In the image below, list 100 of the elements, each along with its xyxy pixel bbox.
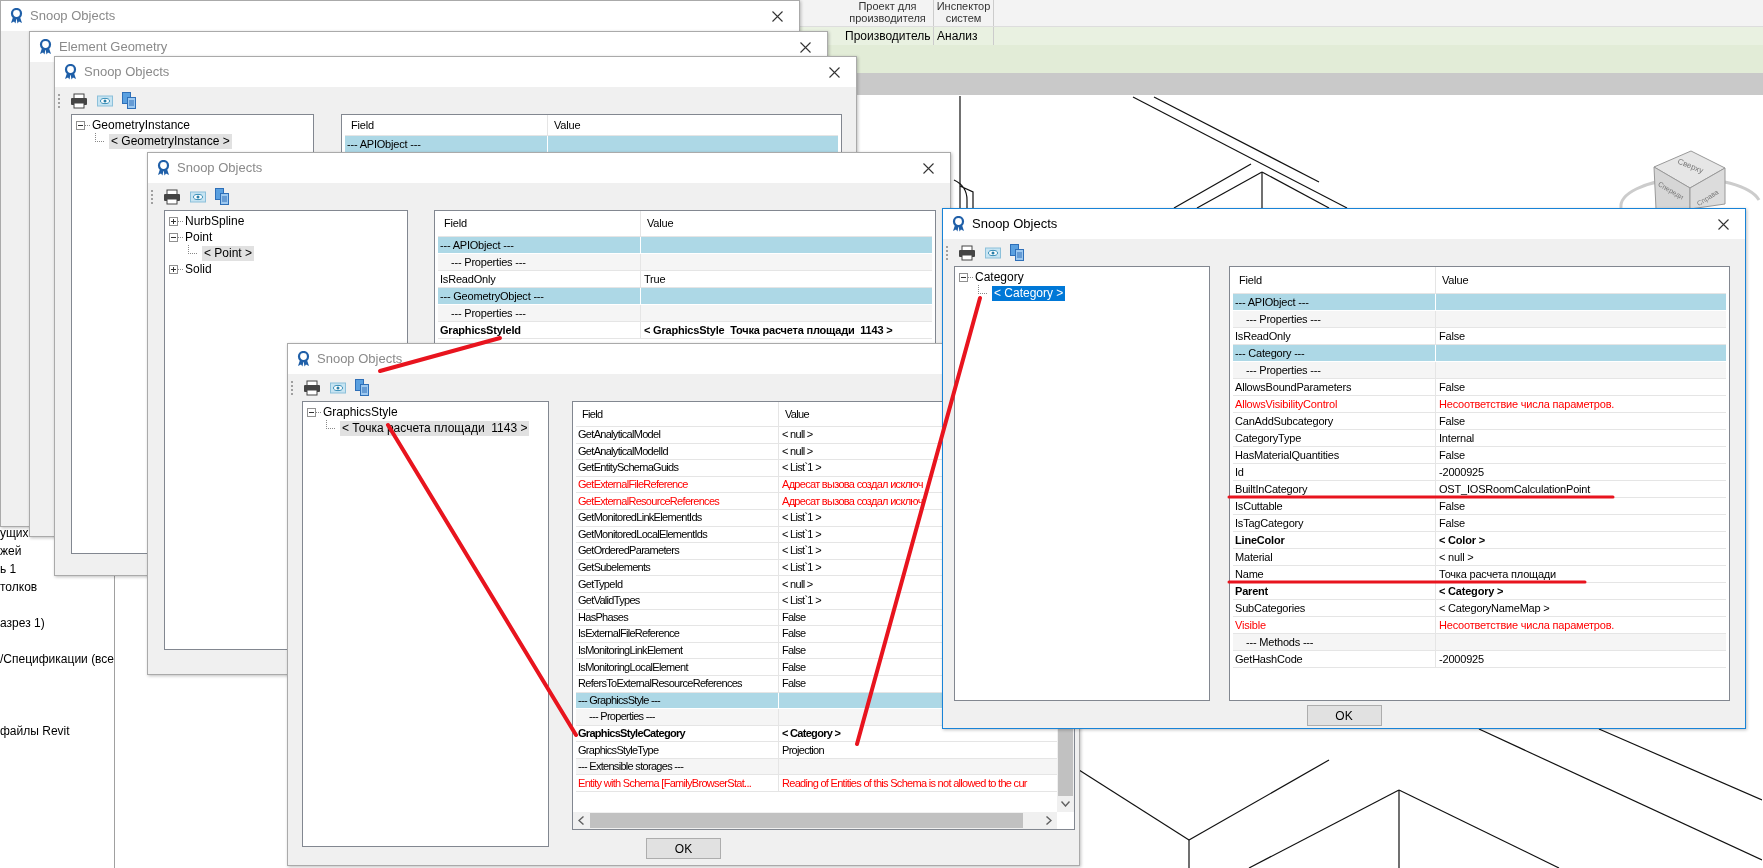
close-button[interactable] <box>772 10 783 22</box>
tree-item[interactable]: GraphicsStyle <box>321 404 400 420</box>
copy-icon[interactable] <box>1010 244 1024 261</box>
section-header: --- Category --- <box>1233 345 1726 362</box>
table-cell: IsReadOnly <box>1233 328 1436 344</box>
section-header: --- GeometryObject --- <box>438 288 932 305</box>
column-header[interactable]: Field <box>345 115 548 135</box>
table-cell-text: < List`1 > <box>781 526 821 542</box>
grip-icon <box>291 379 294 396</box>
table-cell: GraphicsStyleCategory <box>576 725 779 742</box>
ribbon-button[interactable]: Проект для производителя <box>842 0 934 26</box>
close-button[interactable] <box>1718 218 1729 230</box>
printer-icon[interactable] <box>163 188 181 205</box>
grip-icon <box>946 244 949 261</box>
table-cell: GetExternalResourceReferences <box>576 493 779 509</box>
tree-item[interactable]: Solid <box>183 261 214 277</box>
column-header[interactable]: Value <box>1436 267 1469 293</box>
table-cell-text: < GraphicsStyle Точка расчета площади 1143 > <box>643 322 893 338</box>
column-header[interactable]: Value <box>641 211 674 236</box>
tree-item[interactable]: < Category > <box>992 285 1066 301</box>
collapse-icon[interactable] <box>307 407 316 417</box>
expand-icon[interactable] <box>169 216 178 226</box>
tree-item[interactable]: < Point > <box>202 245 255 261</box>
browser-item[interactable]: жей <box>0 543 22 559</box>
table-cell-text: False <box>1438 515 1465 531</box>
view-cube-drawing[interactable] <box>1619 150 1761 210</box>
column-header[interactable]: Field <box>576 402 779 426</box>
browser-item[interactable]: файлы Revit <box>0 723 70 739</box>
close-button[interactable] <box>923 162 934 174</box>
eye-icon[interactable] <box>97 93 113 108</box>
ok-button[interactable]: OK <box>1306 705 1382 726</box>
table-cell: GetAnalyticalModelId <box>576 443 779 460</box>
table-cell-text: < List`1 > <box>781 460 821 476</box>
table-cell-text: Точка расчета площади <box>1438 566 1557 582</box>
table-cell: IsTagCategory <box>1233 515 1436 531</box>
table-cell-text: Internal <box>1438 430 1475 446</box>
browser-item[interactable]: толков <box>0 579 38 595</box>
column-header[interactable]: Field <box>438 211 641 236</box>
browser-item[interactable]: азрез 1) <box>0 615 45 631</box>
table-cell: HasPhases <box>576 609 779 626</box>
column-header[interactable]: Field <box>1233 267 1436 293</box>
table-cell: Id <box>1233 464 1436 480</box>
table-cell-text: False <box>1438 447 1465 463</box>
chevron-right-icon[interactable] <box>1046 816 1052 825</box>
grip-icon <box>58 92 61 109</box>
tree-item[interactable]: < GeometryInstance > <box>109 133 232 149</box>
eye-icon[interactable] <box>190 189 206 204</box>
section-header: --- APIObject --- <box>1233 294 1726 311</box>
table-cell-text: Несоответствие числа параметров. <box>1438 396 1615 412</box>
tree-item[interactable]: Category <box>973 269 1026 285</box>
printer-icon[interactable] <box>70 92 88 109</box>
eye-icon[interactable] <box>985 245 1001 260</box>
collapse-icon[interactable] <box>959 272 968 282</box>
window-title: Snoop Objects <box>972 215 1058 234</box>
chevron-down-icon[interactable] <box>1061 801 1070 807</box>
collapse-icon[interactable] <box>169 232 178 242</box>
table-cell: GraphicsStyleId <box>438 322 641 338</box>
column-header[interactable]: Value <box>779 402 809 426</box>
collapse-icon[interactable] <box>76 120 85 130</box>
close-button[interactable] <box>829 66 840 78</box>
copy-icon[interactable] <box>215 188 229 205</box>
table-cell: GetOrderedParameters <box>576 543 779 559</box>
copy-icon[interactable] <box>122 92 136 109</box>
table-cell-text: < null > <box>781 427 813 443</box>
ribbon-icon <box>156 160 171 176</box>
table-cell: IsCuttable <box>1233 498 1436 514</box>
printer-icon[interactable] <box>303 379 321 396</box>
printer-icon[interactable] <box>958 244 976 261</box>
tree-item[interactable]: Point <box>183 229 215 245</box>
ribbon-button[interactable]: Инспектор систем <box>934 0 994 26</box>
scrollbar-thumb[interactable] <box>590 813 1023 828</box>
browser-item[interactable]: ь 1 <box>0 561 17 577</box>
table-cell-text: False <box>1438 498 1465 514</box>
table-cell: HasMaterialQuantities <box>1233 447 1436 463</box>
horizontal-scrollbar[interactable] <box>573 812 1057 829</box>
table-cell: GetValidTypes <box>576 592 779 609</box>
table-cell: Name <box>1233 566 1436 582</box>
copy-icon[interactable] <box>355 379 369 396</box>
table-cell-text: < List`1 > <box>781 543 821 559</box>
table-cell: GetTypeId <box>576 576 779 592</box>
tree-item[interactable]: GeometryInstance <box>90 117 193 133</box>
ribbon-icon <box>63 64 78 80</box>
table-cell: Entity with Schema [FamilyBrowserStat... <box>576 775 779 792</box>
table-cell: GetExternalFileReference <box>576 476 779 493</box>
tree-item[interactable]: NurbSpline <box>183 213 247 229</box>
window-title: Snoop Objects <box>84 63 170 82</box>
expand-icon[interactable] <box>169 264 178 274</box>
eye-icon[interactable] <box>330 380 346 395</box>
chevron-left-icon[interactable] <box>578 816 584 825</box>
subsection-header: --- Properties --- <box>1233 311 1726 328</box>
ribbon-icon <box>9 8 24 24</box>
browser-item[interactable]: /Спецификации (все <box>0 651 115 667</box>
table-cell-text: False <box>1438 413 1465 429</box>
window-title: Snoop Objects <box>177 159 263 178</box>
table-cell-text: False <box>781 659 806 675</box>
close-button[interactable] <box>800 41 811 53</box>
table-cell-text: False <box>781 676 806 692</box>
ok-button[interactable]: OK <box>646 838 721 859</box>
column-header[interactable]: Value <box>548 115 581 135</box>
browser-item[interactable]: ущих <box>0 525 29 541</box>
